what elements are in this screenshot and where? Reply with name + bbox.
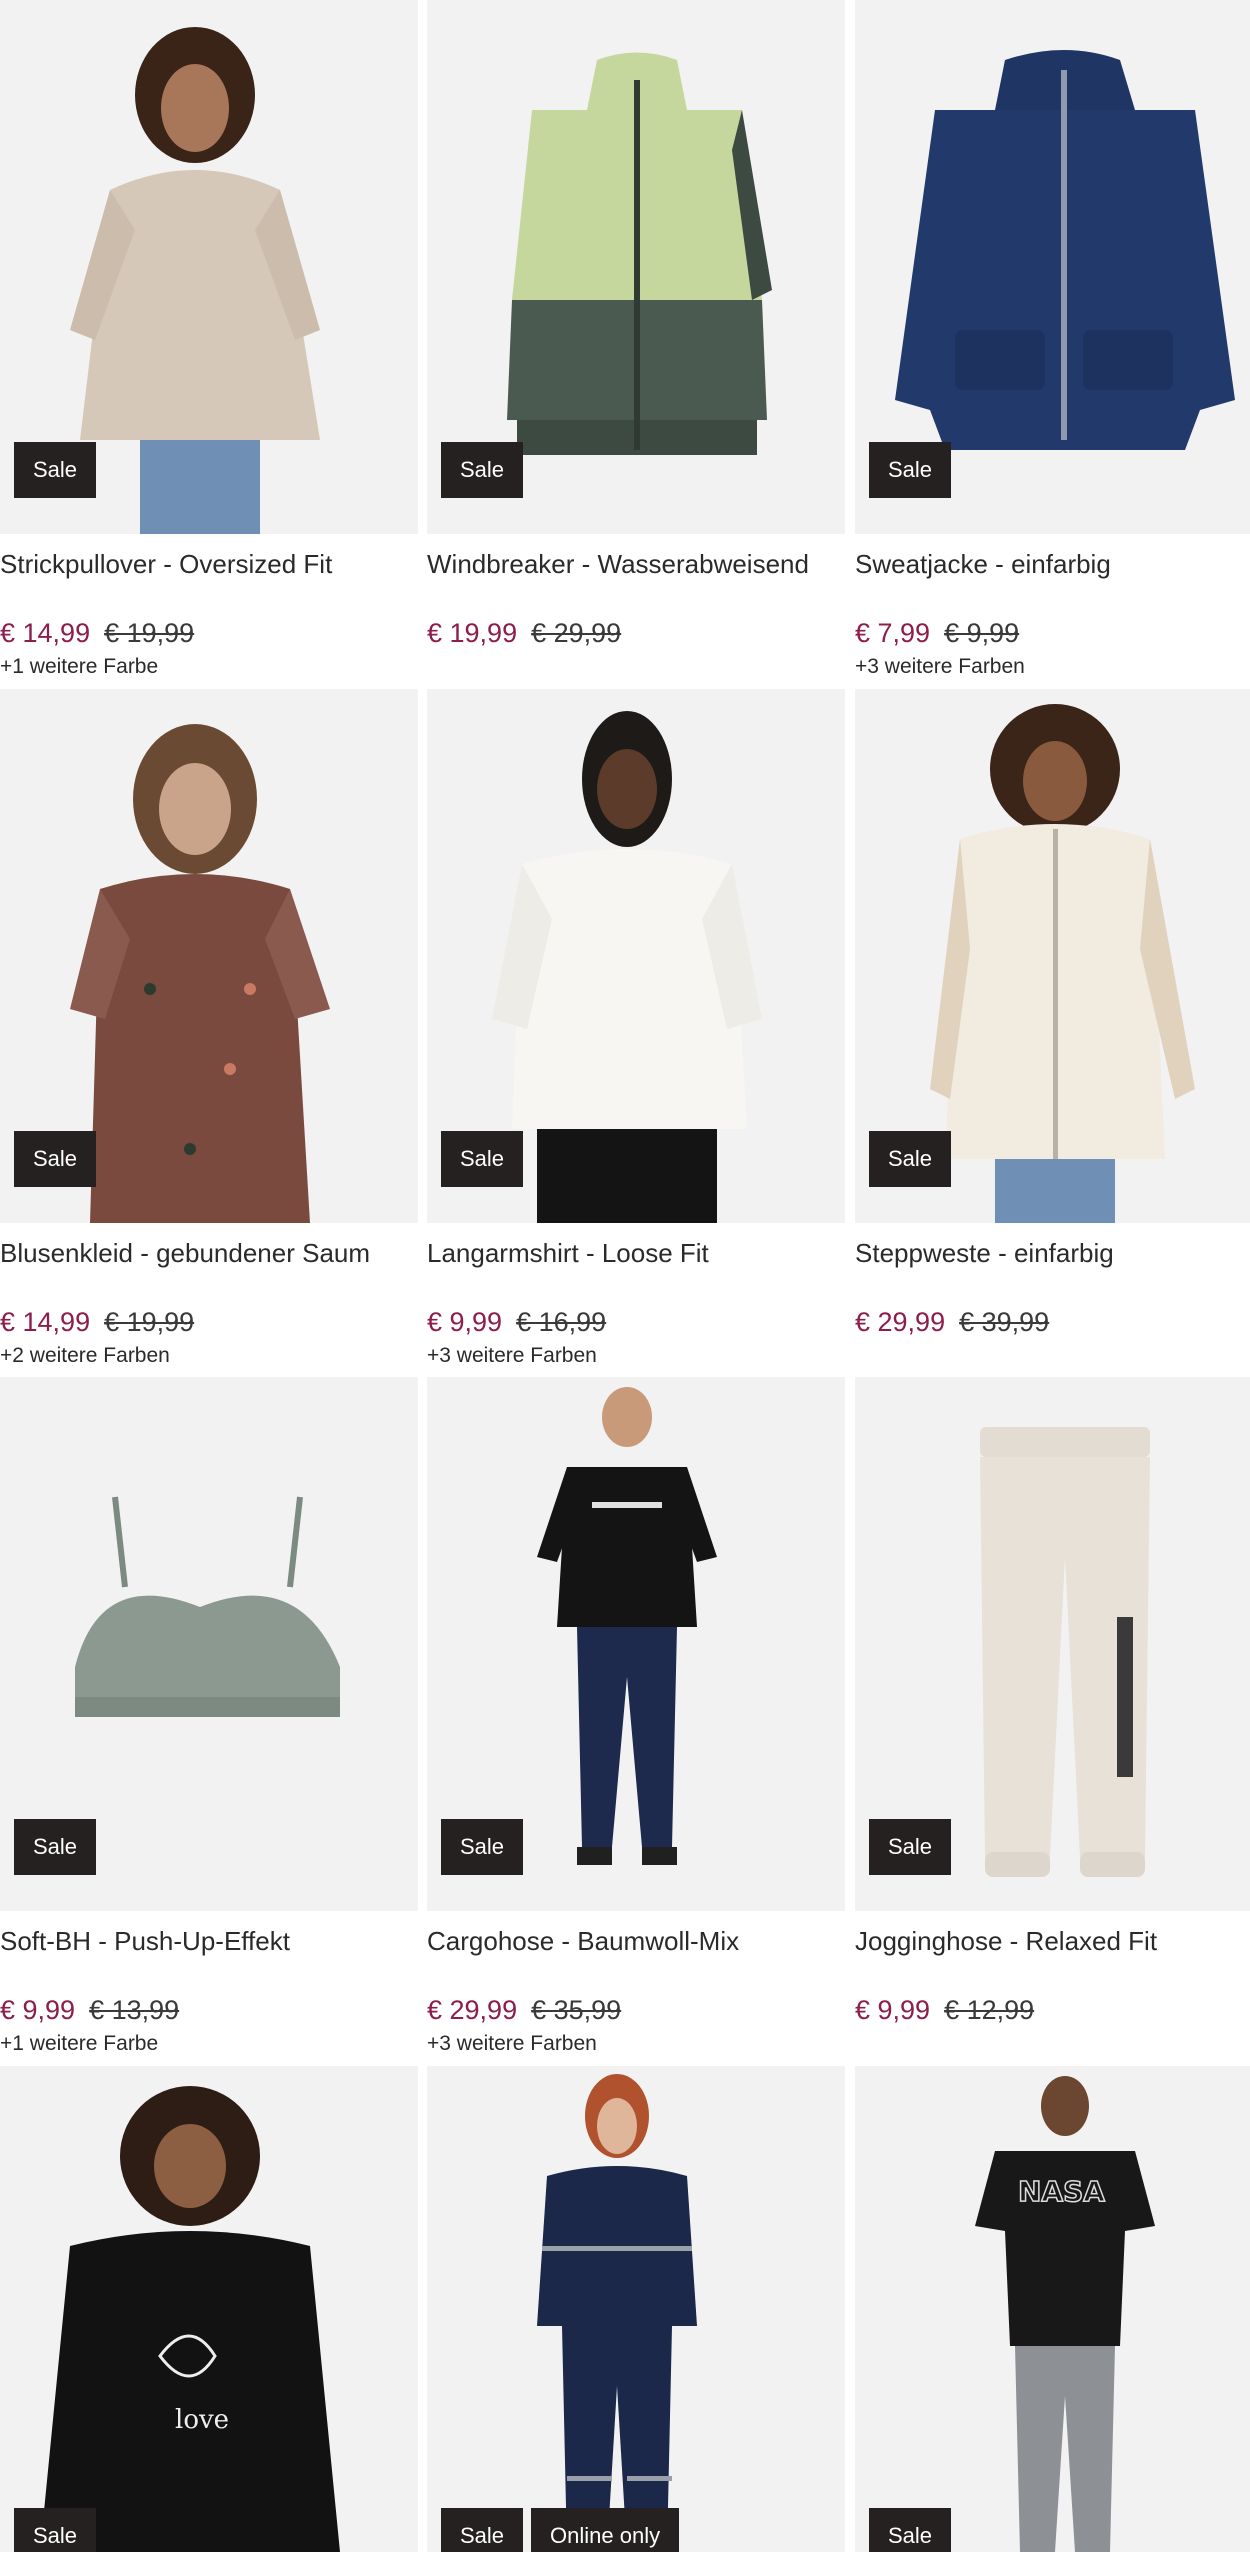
sale-badge: Sale: [869, 1131, 952, 1187]
product-image[interactable]: Sale: [0, 689, 418, 1223]
sale-price: € 19,99: [427, 618, 518, 648]
sale-price: € 14,99: [0, 1307, 91, 1337]
product-title[interactable]: Sweatjacke - einfarbig: [855, 544, 1250, 584]
product-title[interactable]: Cargohose - Baumwoll-Mix: [427, 1921, 845, 1961]
badge-group: Sale: [869, 1819, 952, 1875]
price-row: € 9,99 € 12,99: [855, 1991, 1250, 2029]
more-colors[interactable]: +1 weitere Farbe: [0, 2029, 418, 2059]
original-price: € 13,99: [89, 1995, 180, 2025]
sale-price: € 9,99: [855, 1995, 931, 2025]
sale-price: € 29,99: [427, 1995, 518, 2025]
badge-group: Sale: [441, 442, 524, 498]
product-card[interactable]: Sale Langarmshirt - Loose Fit € 9,99 € 16…: [427, 689, 845, 1371]
badge-group: Sale: [869, 442, 952, 498]
more-colors[interactable]: +3 weitere Farben: [855, 652, 1250, 682]
more-colors[interactable]: +3 weitere Farben: [427, 1341, 845, 1371]
product-card[interactable]: NASA Sale: [855, 2066, 1250, 2552]
product-card[interactable]: Sale Jogginghose - Relaxed Fit € 9,99 € 1…: [855, 1377, 1250, 2059]
product-image[interactable]: Sale: [427, 1377, 845, 1911]
original-price: € 35,99: [531, 1995, 622, 2025]
black-sweater-woman-image: love: [40, 2086, 340, 2552]
product-card[interactable]: Sale Sweatjacke - einfarbig € 7,99 € 9,99…: [855, 0, 1250, 682]
product-image[interactable]: Sale: [855, 689, 1250, 1223]
badge-group: Sale: [14, 1819, 97, 1875]
price-row: € 9,99 € 13,99: [0, 1991, 418, 2029]
badge-group: Sale: [14, 1131, 97, 1187]
nasa-tshirt-man-image: NASA: [975, 2076, 1155, 2552]
product-card[interactable]: Sale Soft-BH - Push-Up-Effekt € 9,99 € 13…: [0, 1377, 418, 2059]
sale-price: € 29,99: [855, 1307, 946, 1337]
sale-badge: Sale: [441, 1819, 524, 1875]
more-colors[interactable]: [855, 1341, 1250, 1371]
original-price: € 39,99: [959, 1307, 1050, 1337]
more-colors[interactable]: +1 weitere Farbe: [0, 652, 418, 682]
sale-badge: Sale: [869, 1819, 952, 1875]
sale-badge: Sale: [14, 1131, 97, 1187]
product-image[interactable]: Sale: [855, 0, 1250, 534]
product-card[interactable]: Sale Cargohose - Baumwoll-Mix € 29,99 € 3…: [427, 1377, 845, 2059]
sale-badge: Sale: [441, 1131, 524, 1187]
product-image[interactable]: Sale Online only: [427, 2066, 845, 2552]
product-image[interactable]: love Sale: [0, 2066, 418, 2552]
sale-price: € 9,99: [427, 1307, 503, 1337]
more-colors[interactable]: [427, 652, 845, 682]
original-price: € 9,99: [944, 618, 1020, 648]
badge-group: Sale: [14, 2508, 97, 2552]
sale-badge: Sale: [14, 1819, 97, 1875]
price-row: € 9,99 € 16,99: [427, 1303, 845, 1341]
price-row: € 19,99 € 29,99: [427, 614, 845, 652]
product-title[interactable]: Steppweste - einfarbig: [855, 1233, 1250, 1273]
product-title[interactable]: Jogginghose - Relaxed Fit: [855, 1921, 1250, 1961]
badge-group: Sale: [869, 2508, 952, 2552]
sale-badge: Sale: [14, 442, 97, 498]
product-image[interactable]: Sale: [427, 0, 845, 534]
product-image[interactable]: Sale: [855, 1377, 1250, 1911]
svg-text:NASA: NASA: [1018, 2175, 1105, 2208]
online-only-badge: Online only: [531, 2508, 680, 2552]
product-card[interactable]: love Sale: [0, 2066, 418, 2552]
badge-group: Sale: [441, 1131, 524, 1187]
price-row: € 29,99 € 39,99: [855, 1303, 1250, 1341]
product-title[interactable]: Windbreaker - Wasserabweisend: [427, 544, 845, 584]
sale-badge: Sale: [14, 2508, 97, 2552]
badge-group: Sale: [869, 1131, 952, 1187]
original-price: € 16,99: [516, 1307, 607, 1337]
sale-price: € 7,99: [855, 618, 931, 648]
product-image[interactable]: Sale: [0, 0, 418, 534]
price-row: € 14,99 € 19,99: [0, 614, 418, 652]
sale-price: € 14,99: [0, 618, 91, 648]
price-row: € 29,99 € 35,99: [427, 1991, 845, 2029]
sale-price: € 9,99: [0, 1995, 76, 2025]
sale-badge: Sale: [869, 2508, 952, 2552]
badge-group: Sale Online only: [441, 2508, 680, 2552]
product-card[interactable]: Sale Windbreaker - Wasserabweisend € 19,…: [427, 0, 845, 682]
price-row: € 7,99 € 9,99: [855, 614, 1250, 652]
more-colors[interactable]: [855, 2029, 1250, 2059]
original-price: € 12,99: [944, 1995, 1035, 2025]
product-title[interactable]: Soft-BH - Push-Up-Effekt: [0, 1921, 418, 1961]
product-card[interactable]: Sale Online only: [427, 2066, 845, 2552]
sale-badge: Sale: [441, 442, 524, 498]
product-card[interactable]: Sale Strickpullover - Oversized Fit € 14…: [0, 0, 418, 682]
badge-group: Sale: [14, 442, 97, 498]
price-row: € 14,99 € 19,99: [0, 1303, 418, 1341]
original-price: € 19,99: [104, 1307, 195, 1337]
original-price: € 19,99: [104, 618, 195, 648]
product-title[interactable]: Langarmshirt - Loose Fit: [427, 1233, 845, 1273]
sale-badge: Sale: [869, 442, 952, 498]
product-image[interactable]: Sale: [427, 689, 845, 1223]
product-title[interactable]: Strickpullover - Oversized Fit: [0, 544, 418, 584]
badge-group: Sale: [441, 1819, 524, 1875]
more-colors[interactable]: +3 weitere Farben: [427, 2029, 845, 2059]
svg-text:love: love: [175, 2405, 229, 2435]
product-image[interactable]: NASA Sale: [855, 2066, 1250, 2552]
product-image[interactable]: Sale: [0, 1377, 418, 1911]
original-price: € 29,99: [531, 618, 622, 648]
rain-suit-woman-image: [537, 2074, 697, 2552]
product-card[interactable]: Sale Blusenkleid - gebundener Saum € 14,…: [0, 689, 418, 1371]
more-colors[interactable]: +2 weitere Farben: [0, 1341, 418, 1371]
product-title[interactable]: Blusenkleid - gebundener Saum: [0, 1233, 418, 1273]
sale-badge: Sale: [441, 2508, 524, 2552]
product-card[interactable]: Sale Steppweste - einfarbig € 29,99 € 39,…: [855, 689, 1250, 1371]
